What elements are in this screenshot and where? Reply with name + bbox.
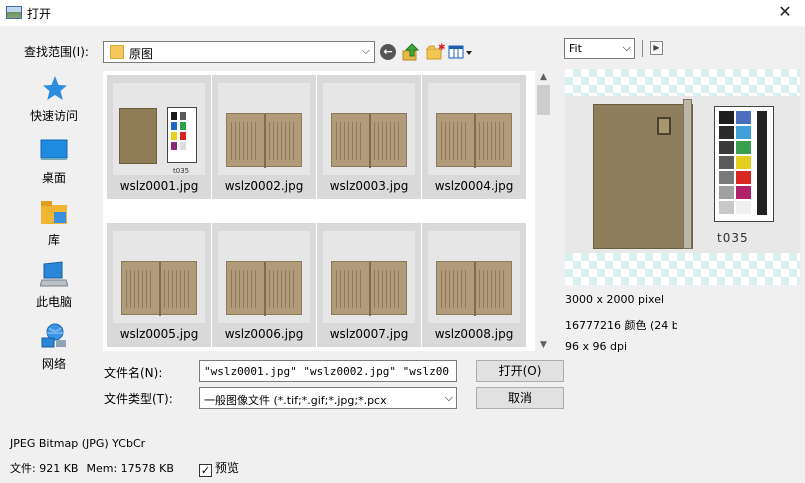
preview-checkbox[interactable]: ✓ 预览 [199, 459, 239, 477]
filetype-value: 一般图像文件 (*.tif;*.gif;*.jpg;*.pcx [204, 394, 387, 407]
play-button[interactable]: ▶ [650, 41, 663, 55]
library-icon [41, 201, 67, 224]
svg-text:✱: ✱ [438, 43, 445, 53]
zoom-select[interactable]: Fit ⌵ [564, 38, 635, 59]
filename-input[interactable]: "wslz0001.jpg" "wslz0002.jpg" "wslz00 [199, 360, 457, 382]
image-colors: 16777216 颜色 (24 bit) [565, 319, 677, 332]
chevron-down-icon: ⌵ [622, 41, 631, 54]
title-bar: 打开 ✕ [0, 0, 805, 26]
network-icon [41, 323, 66, 348]
file-thumbnail [218, 231, 310, 323]
place-label: 库 [47, 233, 60, 247]
file-name: wslz0003.jpg [329, 179, 409, 193]
place-label: 桌面 [41, 171, 66, 185]
file-thumbnail: t035 [113, 83, 205, 175]
view-menu-button[interactable] [448, 42, 472, 62]
place-quick-access[interactable]: 快速访问 [12, 71, 96, 131]
toolbar-separator [642, 40, 643, 57]
file-thumbnail [323, 231, 415, 323]
place-library[interactable]: 库 [12, 195, 96, 255]
image-dpi: 96 x 96 dpi [565, 340, 628, 353]
book-cover [593, 104, 693, 249]
place-label: 网络 [41, 357, 66, 371]
open-button[interactable]: 打开(O) [476, 360, 564, 382]
folder-select[interactable]: 原图 ⌵ [103, 41, 375, 63]
checkbox-check-icon: ✓ [199, 464, 212, 477]
filetype-select[interactable]: 一般图像文件 (*.tif;*.gif;*.jpg;*.pcx ⌵ [199, 387, 457, 409]
preview-tag: t035 [717, 231, 749, 245]
file-name: wslz0001.jpg [119, 179, 199, 193]
play-icon: ▶ [653, 43, 660, 52]
up-folder-button[interactable] [401, 42, 421, 62]
file-name: wslz0004.jpg [434, 179, 514, 193]
file-list: t035 wslz0001.jpg wslz0002.jpg wslz0003.… [103, 71, 551, 351]
list-scrollbar[interactable]: ▲ ▼ [535, 71, 552, 351]
zoom-value: Fit [569, 42, 582, 55]
computer-icon [40, 261, 68, 287]
scroll-up-icon[interactable]: ▲ [535, 72, 552, 82]
file-item-5[interactable]: wslz0005.jpg [107, 223, 211, 347]
color-chart [714, 106, 774, 222]
new-folder-icon: ✱ [426, 43, 446, 60]
file-thumbnail [113, 231, 205, 323]
file-item-3[interactable]: wslz0003.jpg [317, 75, 421, 199]
file-name: wslz0006.jpg [224, 327, 304, 341]
file-name: wslz0005.jpg [119, 327, 199, 341]
file-thumbnail [323, 83, 415, 175]
preview-image: t035 [565, 96, 800, 253]
place-this-pc[interactable]: 此电脑 [12, 257, 96, 317]
file-item-8[interactable]: wslz0008.jpg [422, 223, 526, 347]
file-thumbnail [218, 83, 310, 175]
close-button[interactable]: ✕ [765, 0, 805, 26]
ruler [683, 99, 692, 249]
file-name: wslz0007.jpg [329, 327, 409, 341]
view-grid-icon [448, 45, 472, 59]
format-status: JPEG Bitmap (JPG) YCbCr [10, 437, 146, 450]
file-item-7[interactable]: wslz0007.jpg [317, 223, 421, 347]
filetype-label: 文件类型(T): [104, 392, 173, 406]
window-title: 打开 [27, 7, 52, 21]
thumbnail-tag: t035 [173, 167, 190, 175]
file-item-1[interactable]: t035 wslz0001.jpg [107, 75, 211, 199]
size-status: 文件: 921 KB Mem: 17578 KB [10, 460, 174, 476]
new-folder-button[interactable]: ✱ [425, 42, 446, 62]
place-network[interactable]: 网络 [12, 319, 96, 379]
file-item-4[interactable]: wslz0004.jpg [422, 75, 526, 199]
cancel-button[interactable]: 取消 [476, 387, 564, 409]
up-folder-icon [402, 43, 420, 61]
file-name: wslz0002.jpg [224, 179, 304, 193]
file-item-2[interactable]: wslz0002.jpg [212, 75, 316, 199]
place-label: 快速访问 [29, 109, 78, 123]
place-desktop[interactable]: 桌面 [12, 133, 96, 193]
places-bar: 快速访问 桌面 库 此电脑 网络 [12, 71, 96, 381]
file-thumbnail [428, 231, 520, 323]
memory-usage: Mem: 17578 KB [86, 462, 174, 475]
preview-checkbox-label: 预览 [215, 461, 240, 475]
file-thumbnail [428, 83, 520, 175]
folder-icon [110, 45, 124, 59]
scrollbar-thumb[interactable] [537, 85, 550, 115]
file-size: 文件: 921 KB [10, 462, 79, 475]
star-icon [43, 76, 67, 100]
folder-name: 原图 [129, 47, 154, 61]
file-name: wslz0008.jpg [434, 327, 514, 341]
scroll-down-icon[interactable]: ▼ [535, 340, 552, 350]
filename-label: 文件名(N): [104, 366, 163, 380]
app-icon [6, 6, 22, 19]
back-button[interactable]: ← [378, 42, 398, 62]
file-item-6[interactable]: wslz0006.jpg [212, 223, 316, 347]
chevron-down-icon: ⌵ [444, 391, 453, 405]
image-dimensions: 3000 x 2000 pixel [565, 293, 665, 306]
look-in-label: 查找范围(I): [24, 45, 89, 59]
chevron-down-icon: ⌵ [361, 44, 370, 57]
open-dialog: 查找范围(I): 原图 ⌵ ← ✱ 快速访问 桌面 库 此电脑 网络 t035 … [12, 33, 564, 426]
back-arrow-icon: ← [380, 44, 396, 60]
book-label [657, 117, 671, 135]
place-label: 此电脑 [35, 295, 72, 309]
desktop-icon [40, 139, 68, 160]
